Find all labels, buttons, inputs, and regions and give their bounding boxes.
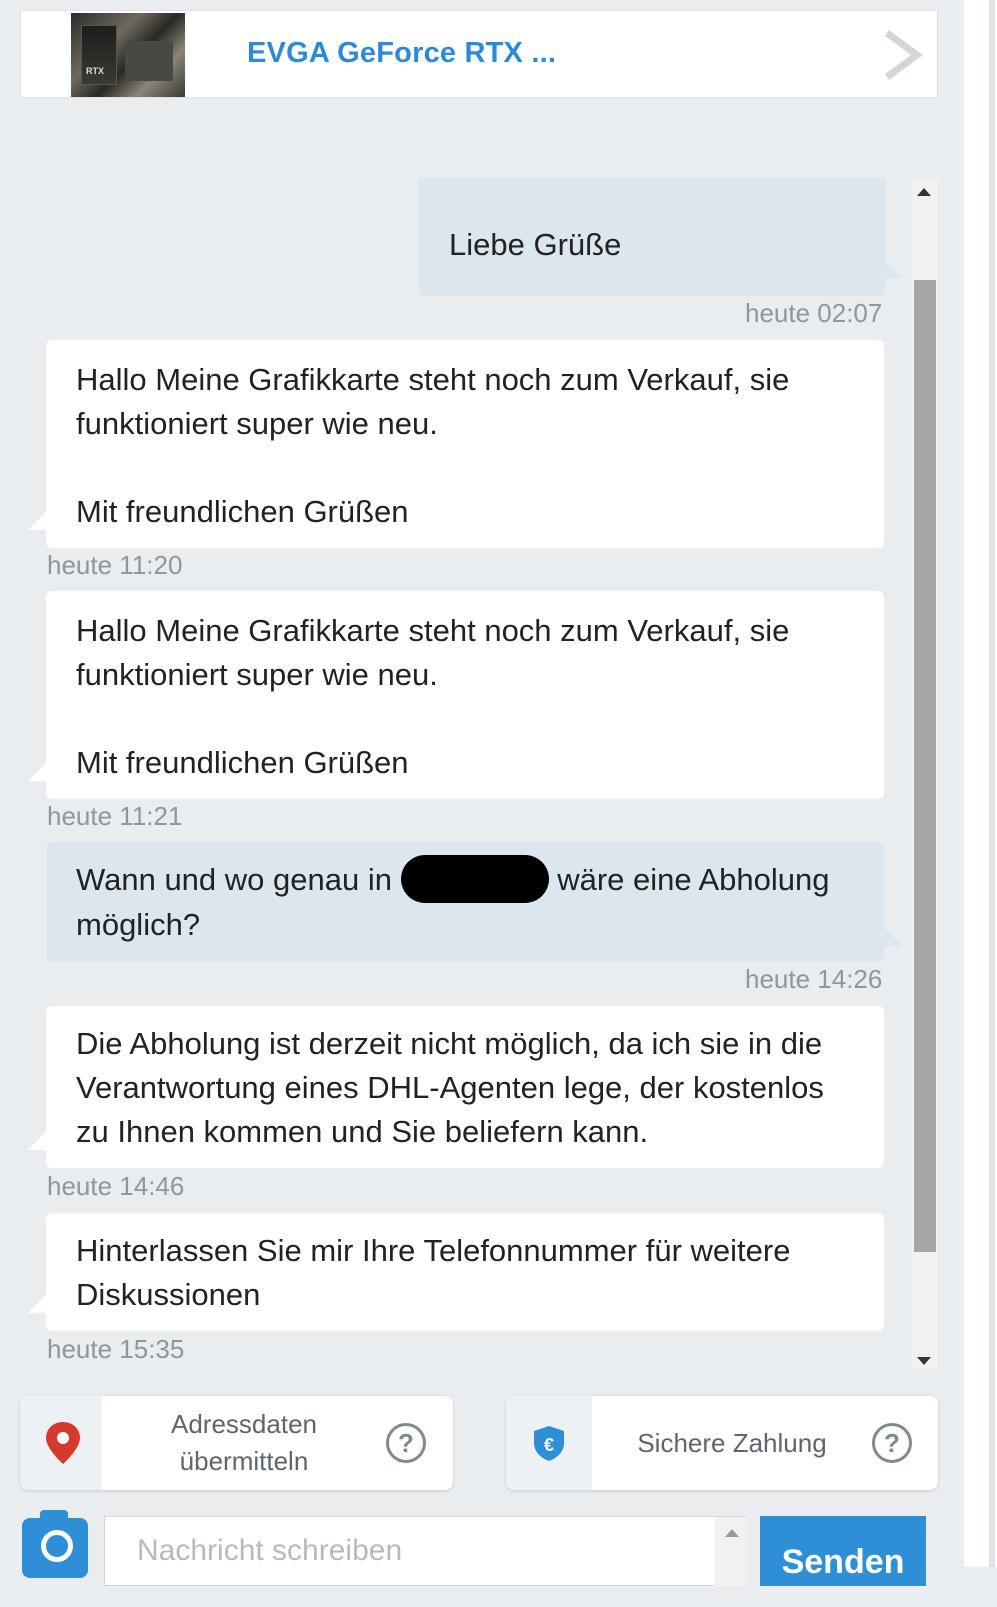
secure-payment-label: Sichere Zahlung xyxy=(637,1427,827,1458)
listing-header[interactable]: RTX EVGA GeForce RTX ... xyxy=(20,10,938,98)
help-question-icon[interactable]: ? xyxy=(386,1423,426,1463)
message-time: heute 11:20 xyxy=(47,550,183,580)
product-box: RTX xyxy=(81,25,117,85)
scroll-up-arrow-icon[interactable] xyxy=(917,188,931,196)
address-icon-panel xyxy=(20,1396,102,1490)
bubble-tail xyxy=(28,512,46,530)
input-scrollbar[interactable] xyxy=(715,1517,747,1587)
map-pin-icon xyxy=(46,1422,80,1464)
message-input[interactable] xyxy=(135,1533,699,1569)
chevron-right-icon[interactable] xyxy=(879,29,929,81)
bubble-tail xyxy=(28,763,46,781)
graphics-card-image xyxy=(125,41,173,81)
camera-icon[interactable] xyxy=(22,1510,88,1578)
message-incoming: Hallo Meine Grafikkarte steht noch zum V… xyxy=(46,340,884,548)
message-time: heute 14:26 xyxy=(745,964,883,994)
send-button[interactable]: Senden xyxy=(760,1516,926,1586)
thumb-label: RTX xyxy=(86,66,104,76)
listing-thumbnail[interactable]: RTX xyxy=(71,13,185,97)
euro-shield-icon: € xyxy=(534,1426,564,1461)
bubble-tail xyxy=(884,928,902,946)
address-data-button[interactable]: Adressdaten übermitteln ? xyxy=(20,1396,453,1490)
message-text: Die Abholung ist derzeit nicht möglich, … xyxy=(76,1026,824,1149)
message-time: heute 14:46 xyxy=(47,1171,185,1201)
svg-text:€: € xyxy=(544,1435,554,1455)
scroll-down-arrow-icon[interactable] xyxy=(917,1357,931,1365)
address-data-label: Adressdaten übermitteln xyxy=(171,1409,317,1476)
help-question-icon[interactable]: ? xyxy=(872,1423,912,1463)
message-text: Ist die Karte noch verfügbar? Liebe Grüß… xyxy=(449,227,622,262)
bubble-tail xyxy=(28,1295,46,1313)
payment-icon-panel: € xyxy=(506,1396,592,1490)
redaction-mark xyxy=(400,854,549,903)
message-text: Hallo Meine Grafikkarte steht noch zum V… xyxy=(76,362,790,529)
message-outgoing: Wann und wo genau in wäre eine Abholung … xyxy=(46,842,884,962)
message-time: heute 15:35 xyxy=(47,1334,185,1364)
message-input-box[interactable] xyxy=(104,1516,747,1587)
message-incoming: Die Abholung ist derzeit nicht möglich, … xyxy=(46,1006,884,1168)
secure-payment-button[interactable]: € Sichere Zahlung ? xyxy=(506,1396,938,1490)
message-time: heute 11:21 xyxy=(47,801,183,831)
bubble-tail xyxy=(28,1132,46,1150)
listing-title[interactable]: EVGA GeForce RTX ... xyxy=(247,37,556,70)
message-list[interactable]: Ist die Karte noch verfügbar? Liebe Grüß… xyxy=(0,178,910,1368)
message-text: Hinterlassen Sie mir Ihre Telefonnummer … xyxy=(76,1233,791,1312)
message-incoming: Hallo Meine Grafikkarte steht noch zum V… xyxy=(46,591,884,799)
message-outgoing: Ist die Karte noch verfügbar? Liebe Grüß… xyxy=(419,178,885,296)
message-incoming: Hinterlassen Sie mir Ihre Telefonnummer … xyxy=(46,1213,884,1331)
outer-scrollbar xyxy=(989,0,995,1567)
input-scroll-up-icon[interactable] xyxy=(725,1529,739,1537)
bubble-tail xyxy=(884,260,902,278)
page-margin xyxy=(964,0,997,1567)
chat-scrollbar-thumb[interactable] xyxy=(914,280,936,1252)
message-text-start: Wann und wo genau in xyxy=(76,862,401,897)
message-time: heute 02:07 xyxy=(745,298,883,328)
message-text: Hallo Meine Grafikkarte steht noch zum V… xyxy=(76,613,790,780)
